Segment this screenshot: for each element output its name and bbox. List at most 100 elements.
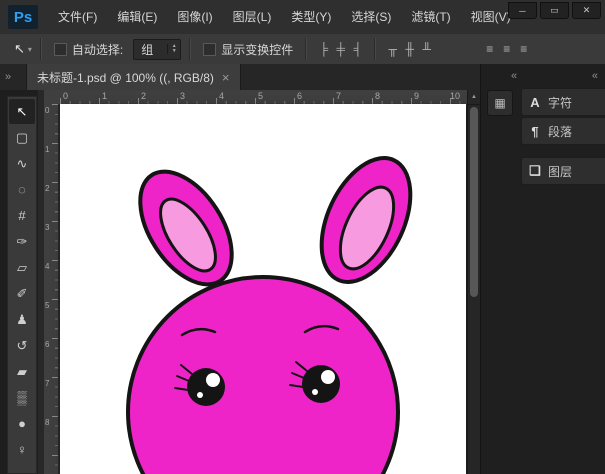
scroll-up-icon[interactable]: ▲	[468, 90, 480, 105]
show-transform-checkbox[interactable]	[203, 43, 216, 56]
bunny-right-eye-highlight	[321, 370, 335, 384]
spot-healing-brush-tool[interactable]: ▱	[9, 255, 35, 280]
history-brush-icon: ↺	[17, 339, 28, 352]
auto-select-option: 自动选择:	[54, 41, 123, 58]
ruler-number: 5	[258, 91, 263, 101]
dodge-icon: ♀	[17, 443, 27, 456]
vertical-scrollbar[interactable]: ▲	[467, 90, 480, 474]
options-bar: ↖ ▾ 自动选择: 组 ▲ ▼ 显示变换控件 ╞ ╪ ╡ ╥ ╫ ╨ ≡ ≡ ≡	[0, 34, 605, 65]
horizontal-ruler: 0 1 2 3 4 5 6 7 8 9 10	[44, 90, 467, 105]
close-button[interactable]: ✕	[572, 2, 601, 19]
divider	[189, 38, 191, 60]
rectangular-marquee-tool[interactable]: ▢	[9, 125, 35, 150]
auto-select-label: 自动选择:	[72, 41, 123, 58]
collapse-icon-column-icon[interactable]: «	[511, 70, 516, 82]
distribute-left-icon[interactable]: ≡	[481, 40, 498, 58]
bunny-left-eye-glint	[197, 392, 203, 398]
pen-icon: ✒	[17, 469, 28, 474]
ruler-number: 6	[45, 340, 49, 349]
toolbar-expand-icon[interactable]: »	[5, 71, 10, 83]
document-tab[interactable]: 未标题-1.psd @ 100% ((, RGB/8) ×	[26, 64, 241, 90]
align-left-icon[interactable]: ╞	[315, 40, 332, 58]
brush-tool[interactable]: ✐	[9, 281, 35, 306]
move-tool-icon: ↖	[14, 41, 25, 57]
menu-layer[interactable]: 图层(L)	[223, 0, 282, 34]
panel-dock: « « ▦ A 字符 ¶ 段落 ❏ 图层	[480, 64, 605, 474]
bunny-drawing	[60, 104, 466, 474]
pen-tool[interactable]: ✒	[9, 463, 35, 474]
auto-select-checkbox[interactable]	[54, 43, 67, 56]
eyedropper-icon: ✑	[17, 235, 28, 248]
menu-filter[interactable]: 滤镜(T)	[401, 0, 460, 34]
paragraph-panel-button[interactable]: ¶ 段落	[521, 117, 605, 145]
clone-stamp-tool[interactable]: ♟	[9, 307, 35, 332]
show-transform-option: 显示变换控件	[203, 41, 293, 58]
ruler-ticks	[52, 104, 58, 474]
eyedropper-tool[interactable]: ✑	[9, 229, 35, 254]
divider	[305, 38, 307, 60]
menu-file[interactable]: 文件(F)	[48, 0, 107, 34]
window-controls: ─ ▭ ✕	[508, 2, 601, 19]
maximize-button[interactable]: ▭	[540, 2, 569, 19]
lasso-tool[interactable]: ∿	[9, 151, 35, 176]
clone-stamp-icon: ♟	[16, 313, 28, 326]
distribute-right-icon[interactable]: ≡	[515, 40, 532, 58]
show-transform-label: 显示变换控件	[221, 41, 293, 58]
align-right-icon[interactable]: ╡	[349, 40, 366, 58]
eraser-tool[interactable]: ▰	[9, 359, 35, 384]
quick-selection-tool[interactable]: ◌	[9, 177, 35, 202]
ruler-number: 7	[336, 91, 341, 101]
auto-select-value: 组	[134, 41, 167, 58]
layers-panel-button[interactable]: ❏ 图层	[521, 157, 605, 185]
blur-tool[interactable]: ●	[9, 411, 35, 436]
crop-icon: #	[18, 209, 25, 222]
paragraph-label: 段落	[548, 123, 572, 140]
chevron-down-icon: ▾	[28, 45, 32, 54]
menu-image[interactable]: 图像(I)	[167, 0, 222, 34]
canvas[interactable]	[60, 104, 466, 474]
ruler-number: 4	[219, 91, 224, 101]
ruler-number: 3	[45, 223, 49, 232]
layers-icon: ❏	[522, 163, 548, 179]
collapse-panels-icon[interactable]: «	[592, 70, 597, 82]
spinner-icon[interactable]: ▲ ▼	[167, 44, 180, 54]
tools-panel: ↖ ▢ ∿ ◌ # ✑ ▱ ✐ ♟ ↺ ▰ ▒ ● ♀ ✒	[7, 96, 37, 474]
bunny-right-eye	[302, 365, 340, 403]
menu-type[interactable]: 类型(Y)	[281, 0, 341, 34]
move-icon: ↖	[17, 105, 28, 118]
minimize-button[interactable]: ─	[508, 2, 537, 19]
ruler-number: 1	[102, 91, 107, 101]
ruler-number: 8	[375, 91, 380, 101]
ruler-number: 2	[141, 91, 146, 101]
marquee-icon: ▢	[16, 131, 28, 144]
active-tool-preview[interactable]: ↖ ▾	[14, 41, 32, 57]
distribute-center-icon[interactable]: ≡	[498, 40, 515, 58]
photoshop-logo: Ps	[8, 5, 38, 29]
panel-grid-icon[interactable]: ▦	[487, 90, 513, 116]
menu-bar: Ps 文件(F) 编辑(E) 图像(I) 图层(L) 类型(Y) 选择(S) 滤…	[0, 0, 605, 35]
panel-button-column: A 字符 ¶ 段落 ❏ 图层	[521, 88, 605, 186]
ruler-number: 1	[45, 145, 49, 154]
move-tool[interactable]: ↖	[9, 99, 35, 124]
gradient-tool[interactable]: ▒	[9, 385, 35, 410]
eraser-icon: ▰	[17, 365, 27, 378]
menu-select[interactable]: 选择(S)	[341, 0, 401, 34]
divider	[40, 38, 42, 60]
character-panel-button[interactable]: A 字符	[521, 88, 605, 116]
align-top-icon[interactable]: ╥	[384, 40, 401, 58]
lasso-icon: ∿	[17, 157, 28, 170]
tab-close-icon[interactable]: ×	[222, 70, 230, 85]
ruler-number: 9	[414, 91, 419, 101]
paragraph-icon: ¶	[522, 124, 548, 139]
scrollbar-thumb[interactable]	[470, 107, 478, 297]
align-center-icon[interactable]: ╪	[332, 40, 349, 58]
auto-select-target-dropdown[interactable]: 组 ▲ ▼	[133, 39, 181, 60]
align-middle-icon[interactable]: ╫	[401, 40, 418, 58]
align-bottom-icon[interactable]: ╨	[418, 40, 435, 58]
dodge-tool[interactable]: ♀	[9, 437, 35, 462]
bunny-right-eye-glint	[312, 389, 318, 395]
document-title: 未标题-1.psd @ 100% ((, RGB/8)	[37, 69, 214, 86]
menu-edit[interactable]: 编辑(E)	[107, 0, 167, 34]
crop-tool[interactable]: #	[9, 203, 35, 228]
history-brush-tool[interactable]: ↺	[9, 333, 35, 358]
